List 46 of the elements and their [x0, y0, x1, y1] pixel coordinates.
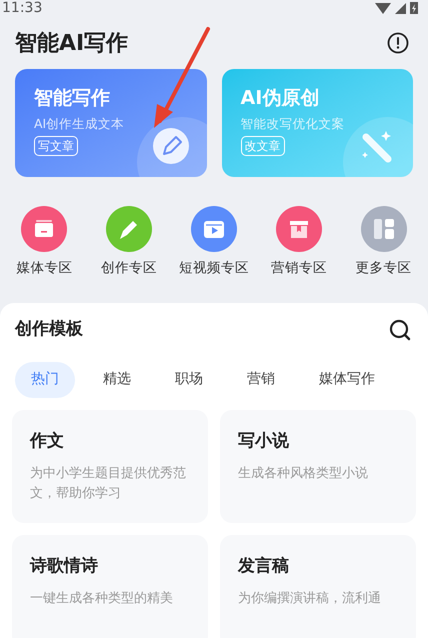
- wifi-icon: [375, 2, 391, 14]
- zone-button[interactable]: [360, 206, 407, 252]
- template-card[interactable]: 作文 为中小学生题目提供优秀范文，帮助你学习: [12, 410, 208, 523]
- zone-button[interactable]: [21, 206, 68, 252]
- zone-label[interactable]: 媒体专区: [16, 258, 72, 278]
- section-title: 创作模板: [15, 318, 83, 342]
- card-title: AI伪原创: [240, 86, 320, 111]
- card-subtitle: AI创作生成文本: [34, 116, 126, 132]
- template-card[interactable]: 发言稿 为你编撰演讲稿，流利通: [220, 534, 416, 638]
- grid-layout-icon: [360, 206, 407, 252]
- info-button[interactable]: [387, 32, 409, 54]
- card-title: 智能写作: [34, 86, 111, 111]
- template-card[interactable]: 写小说 生成各种风格类型小说: [220, 410, 416, 523]
- template-title: 发言稿: [238, 554, 290, 578]
- zone-label[interactable]: 营销专区: [270, 258, 327, 278]
- zone-button[interactable]: [190, 206, 237, 252]
- archive-box-icon: [21, 206, 68, 252]
- template-title: 作文: [30, 430, 65, 453]
- card-subtitle: 智能改写优化文案: [240, 116, 346, 132]
- battery-icon: [410, 2, 418, 14]
- template-description: 为你编撰演讲稿，流利通: [238, 590, 382, 608]
- template-title: 写小说: [238, 430, 290, 453]
- template-description: 一键生成各种类型的精美: [30, 590, 174, 608]
- zone-button[interactable]: [106, 206, 152, 252]
- zone-button[interactable]: [276, 206, 322, 252]
- pen-icon: [152, 127, 190, 165]
- zone-label[interactable]: 短视频专区: [178, 258, 249, 278]
- zone-label[interactable]: 创作专区: [101, 258, 158, 278]
- template-description: 生成各种风格类型小说: [238, 465, 369, 484]
- template-card[interactable]: 诗歌情诗 一键生成各种类型的精美: [12, 534, 208, 638]
- app-title: 智能AI写作: [15, 30, 128, 58]
- search-button[interactable]: [389, 319, 411, 341]
- gift-icon: [276, 206, 322, 252]
- template-tab[interactable]: 媒体写作: [303, 362, 391, 398]
- template-description: 为中小学生题目提供优秀范文，帮助你学习: [30, 465, 187, 504]
- info-icon: [387, 32, 409, 54]
- template-tab[interactable]: 职场: [159, 362, 219, 398]
- template-tab[interactable]: 精选: [87, 362, 147, 398]
- pencil-icon: [106, 206, 152, 252]
- template-title: 诗歌情诗: [30, 554, 99, 578]
- status-time: 11:33: [2, 0, 42, 16]
- signal-icon: [395, 2, 406, 14]
- zone-label[interactable]: 更多专区: [356, 258, 412, 278]
- search-icon: [389, 319, 411, 341]
- video-clapper-icon: [190, 206, 237, 252]
- template-tab[interactable]: 营销: [231, 362, 291, 398]
